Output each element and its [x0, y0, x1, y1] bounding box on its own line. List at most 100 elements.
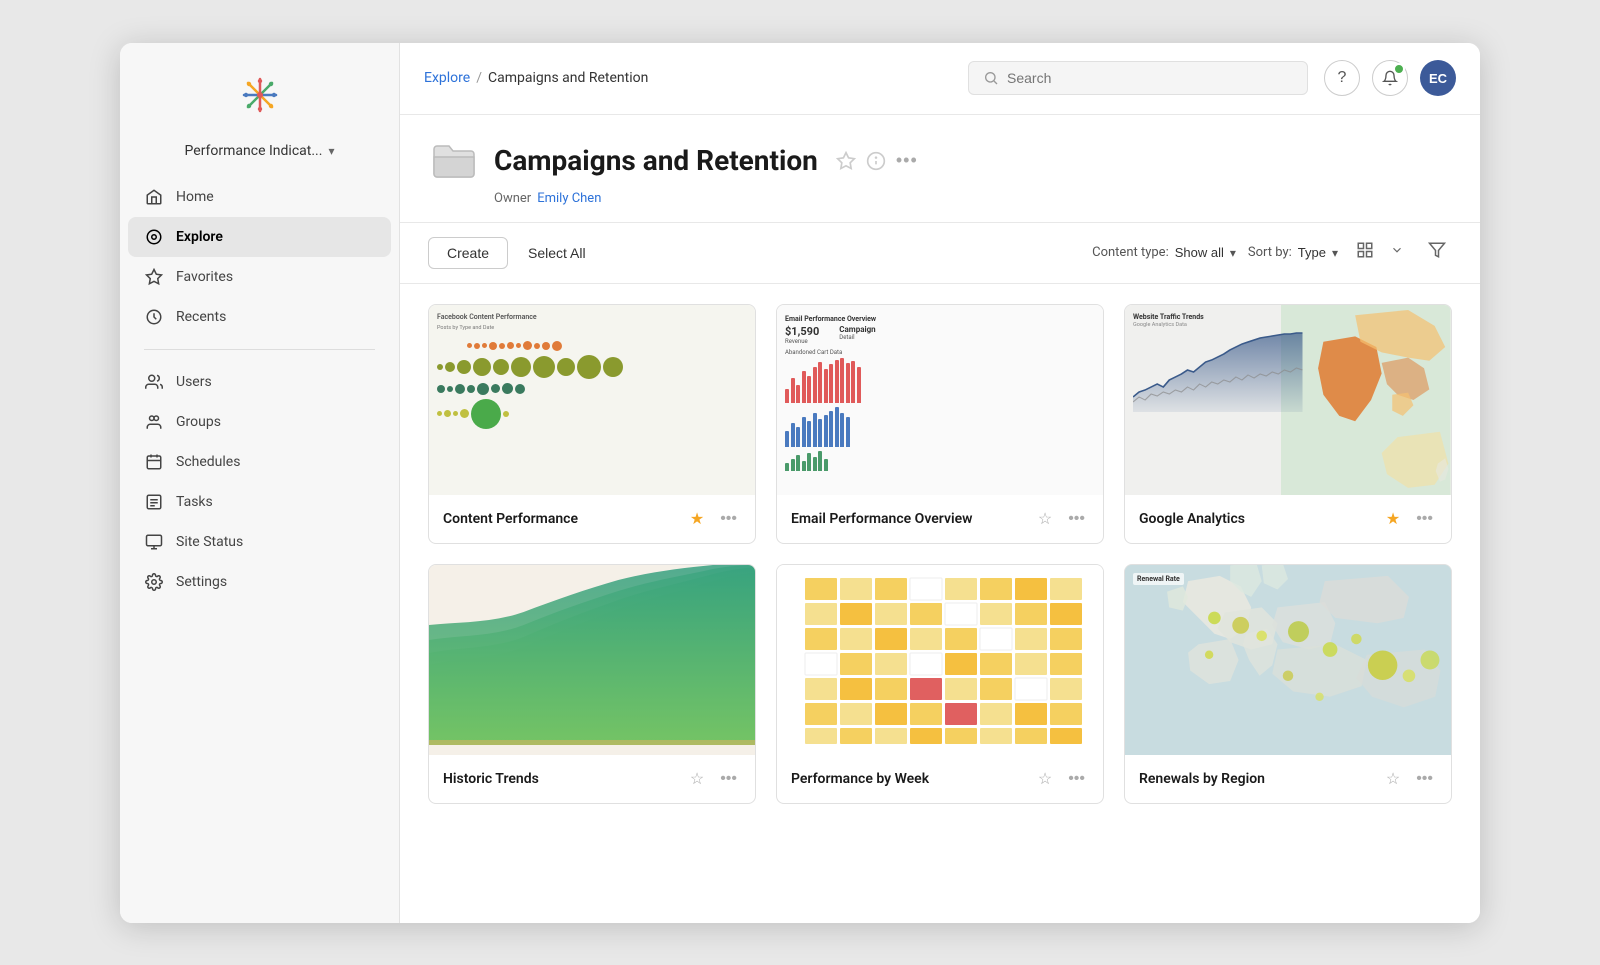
breadcrumb-separator: / — [476, 70, 482, 86]
toolbar: Create Select All Content type: Show all… — [400, 223, 1480, 284]
content-grid: Facebook Content Performance Posts by Ty… — [400, 284, 1480, 923]
card-star-renewals-by-region[interactable]: ☆ — [1382, 767, 1404, 791]
card-thumbnail-google-analytics: Website Traffic Trends Google Analytics … — [1125, 305, 1451, 495]
sort-select[interactable]: Type — [1298, 245, 1338, 260]
card-title-content-performance: Content Performance — [443, 511, 678, 527]
main-content: Explore / Campaigns and Retention ? — [400, 43, 1480, 923]
card-more-email-performance[interactable]: ••• — [1064, 508, 1089, 530]
sidebar-label-tasks: Tasks — [176, 494, 213, 510]
card-google-analytics[interactable]: Website Traffic Trends Google Analytics … — [1124, 304, 1452, 544]
select-all-button[interactable]: Select All — [520, 238, 594, 268]
breadcrumb-current: Campaigns and Retention — [488, 70, 648, 86]
card-performance-by-week[interactable]: Performance by Week ☆ ••• — [776, 564, 1104, 804]
card-thumbnail-historic-trends — [429, 565, 755, 755]
help-button[interactable]: ? — [1324, 60, 1360, 96]
app-window: Performance Indicat... ▾ Home — [120, 43, 1480, 923]
star-icon — [144, 267, 164, 287]
card-star-performance-by-week[interactable]: ☆ — [1034, 767, 1056, 791]
sidebar-item-schedules[interactable]: Schedules — [128, 442, 391, 482]
card-thumbnail-performance-by-week — [777, 565, 1103, 755]
card-renewals-by-region[interactable]: Renewal Rate Renewals by Region ☆ ••• — [1124, 564, 1452, 804]
card-more-content-performance[interactable]: ••• — [716, 508, 741, 530]
explore-icon — [144, 227, 164, 247]
header-actions: ? EC — [1324, 60, 1456, 96]
workspace-selector[interactable]: Performance Indicat... ▾ — [120, 137, 399, 177]
card-more-historic-trends[interactable]: ••• — [716, 768, 741, 790]
sidebar-item-home[interactable]: Home — [128, 177, 391, 217]
sidebar-divider — [144, 349, 375, 350]
owner-name[interactable]: Emily Chen — [537, 191, 601, 206]
view-toggles — [1350, 237, 1410, 268]
tasks-icon — [144, 492, 164, 512]
sidebar-label-users: Users — [176, 374, 212, 390]
owner-label: Owner — [494, 191, 531, 206]
sort-filter: Sort by: Type — [1248, 245, 1338, 260]
sidebar-label-explore: Explore — [176, 229, 223, 245]
page-title-actions: ••• — [836, 150, 918, 171]
page-header: Campaigns and Retention — [400, 115, 1480, 223]
sidebar-item-groups[interactable]: Groups — [128, 402, 391, 442]
breadcrumb-explore[interactable]: Explore — [424, 70, 470, 86]
card-email-performance[interactable]: Email Performance Overview $1,590 Revenu… — [776, 304, 1104, 544]
card-star-content-performance[interactable]: ★ — [686, 507, 708, 531]
card-more-performance-by-week[interactable]: ••• — [1064, 768, 1089, 790]
card-title-performance-by-week: Performance by Week — [791, 771, 1026, 787]
sidebar-item-site-status[interactable]: Site Status — [128, 522, 391, 562]
sidebar-item-settings[interactable]: Settings — [128, 562, 391, 602]
sidebar-item-explore[interactable]: Explore — [128, 217, 391, 257]
card-thumbnail-email-performance: Email Performance Overview $1,590 Revenu… — [777, 305, 1103, 495]
notifications-button[interactable] — [1372, 60, 1408, 96]
card-thumbnail-renewals-by-region: Renewal Rate — [1125, 565, 1451, 755]
card-footer-performance-by-week: Performance by Week ☆ ••• — [777, 755, 1103, 803]
info-button[interactable] — [866, 151, 886, 171]
sidebar-logo — [120, 63, 399, 137]
card-star-email-performance[interactable]: ☆ — [1034, 507, 1056, 531]
card-thumbnail-content-performance: Facebook Content Performance Posts by Ty… — [429, 305, 755, 495]
workspace-label: Performance Indicat... — [185, 143, 323, 159]
sidebar-label-site-status: Site Status — [176, 534, 243, 550]
grid-view-button[interactable] — [1350, 237, 1380, 268]
card-content-performance[interactable]: Facebook Content Performance Posts by Ty… — [428, 304, 756, 544]
sidebar-label-favorites: Favorites — [176, 269, 233, 285]
card-footer-historic-trends: Historic Trends ☆ ••• — [429, 755, 755, 803]
workspace-chevron-icon: ▾ — [328, 144, 334, 158]
create-button[interactable]: Create — [428, 237, 508, 269]
content-type-label: Content type: — [1092, 245, 1169, 260]
sidebar-label-settings: Settings — [176, 574, 227, 590]
sidebar-label-home: Home — [176, 189, 214, 205]
filter-button[interactable] — [1422, 237, 1452, 268]
page-title-row: Campaigns and Retention — [428, 135, 1452, 187]
sidebar: Performance Indicat... ▾ Home — [120, 43, 400, 923]
top-header: Explore / Campaigns and Retention ? — [400, 43, 1480, 115]
settings-icon — [144, 572, 164, 592]
search-input[interactable] — [1007, 70, 1293, 86]
card-footer-google-analytics: Google Analytics ★ ••• — [1125, 495, 1451, 543]
card-footer-email-performance: Email Performance Overview ☆ ••• — [777, 495, 1103, 543]
schedules-icon — [144, 452, 164, 472]
sidebar-label-schedules: Schedules — [176, 454, 240, 470]
sidebar-label-recents: Recents — [176, 309, 226, 325]
sidebar-item-users[interactable]: Users — [128, 362, 391, 402]
app-logo-icon — [238, 73, 282, 117]
sort-label: Sort by: — [1248, 245, 1292, 260]
card-title-email-performance: Email Performance Overview — [791, 511, 1026, 527]
sidebar-item-favorites[interactable]: Favorites — [128, 257, 391, 297]
more-options-button[interactable]: ••• — [896, 150, 918, 171]
sidebar-item-tasks[interactable]: Tasks — [128, 482, 391, 522]
search-icon — [983, 70, 999, 86]
chevron-view-button[interactable] — [1384, 239, 1410, 266]
sidebar-item-recents[interactable]: Recents — [128, 297, 391, 337]
user-avatar-button[interactable]: EC — [1420, 60, 1456, 96]
content-type-select[interactable]: Show all — [1175, 245, 1236, 260]
groups-icon — [144, 412, 164, 432]
favorite-page-button[interactable] — [836, 151, 856, 171]
card-title-historic-trends: Historic Trends — [443, 771, 678, 787]
search-box[interactable] — [968, 61, 1308, 95]
card-more-renewals-by-region[interactable]: ••• — [1412, 768, 1437, 790]
card-star-historic-trends[interactable]: ☆ — [686, 767, 708, 791]
card-star-google-analytics[interactable]: ★ — [1382, 507, 1404, 531]
card-historic-trends[interactable]: Historic Trends ☆ ••• — [428, 564, 756, 804]
owner-row: Owner Emily Chen — [428, 191, 1452, 206]
card-more-google-analytics[interactable]: ••• — [1412, 508, 1437, 530]
users-icon — [144, 372, 164, 392]
